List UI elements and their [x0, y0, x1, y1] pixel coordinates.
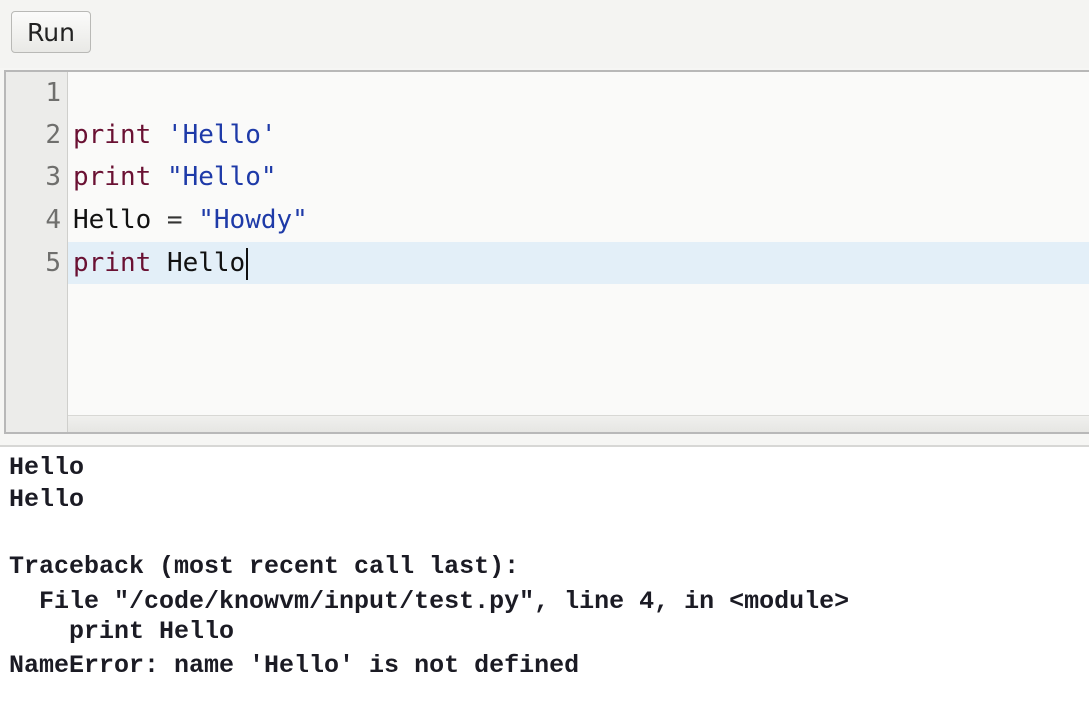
code-token: = [151, 205, 199, 235]
text-cursor [246, 247, 249, 280]
code-editor[interactable]: 1 2 3 4 5 print 'Hello' print "Hello" He… [4, 70, 1089, 434]
line-number-gutter: 1 2 3 4 5 [6, 72, 68, 432]
output-line: Traceback (most recent call last): [9, 552, 520, 581]
line-number: 5 [45, 248, 61, 278]
code-token: print [73, 120, 152, 150]
code-token: Hello [166, 248, 246, 278]
horizontal-scrollbar[interactable] [68, 415, 1089, 432]
output-console: Hello Hello Traceback (most recent call … [0, 445, 1089, 710]
code-area[interactable]: print 'Hello' print "Hello" Hello = "How… [68, 72, 1089, 432]
output-line: print Hello [9, 617, 235, 646]
run-button[interactable]: Run [11, 11, 91, 53]
line-number: 1 [45, 78, 61, 108]
code-token: "Howdy" [198, 205, 308, 235]
line-number: 2 [45, 120, 61, 150]
line-number: 3 [45, 162, 61, 192]
code-token: Hello [73, 205, 152, 235]
code-token: print [73, 248, 152, 278]
code-line[interactable]: print 'Hello' [73, 114, 277, 156]
output-line: File "/code/knowvm/input/test.py", line … [9, 587, 850, 616]
code-line[interactable]: Hello = "Howdy" [73, 199, 308, 241]
output-line: NameError: name 'Hello' is not defined [9, 651, 580, 680]
code-token: 'Hello' [166, 120, 277, 150]
output-line: Hello [9, 485, 85, 514]
code-line[interactable]: print Hello [73, 242, 249, 284]
code-line[interactable]: print "Hello" [73, 156, 277, 198]
code-token: "Hello" [166, 162, 277, 192]
code-token: print [73, 162, 152, 192]
toolbar: Run [0, 0, 1089, 68]
line-number: 4 [45, 205, 61, 235]
output-line: Hello [9, 453, 85, 482]
